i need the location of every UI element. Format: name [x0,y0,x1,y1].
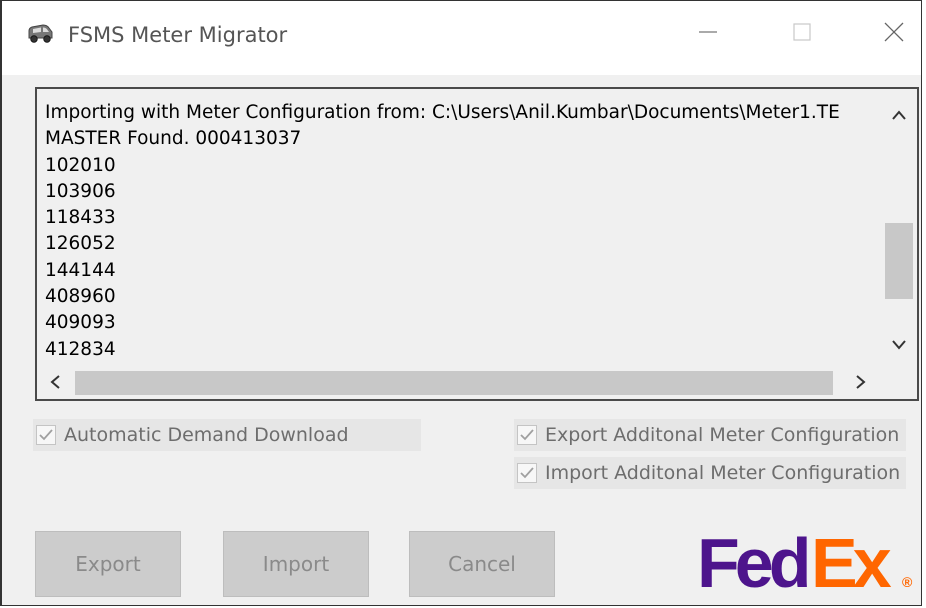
export-additional-config-checkbox[interactable]: Export Additonal Meter Configuration [514,419,906,451]
scroll-left-icon[interactable] [45,372,65,392]
scroll-right-icon[interactable] [851,372,871,392]
checkmark-icon [517,463,537,483]
import-additional-config-checkbox[interactable]: Import Additonal Meter Configuration [514,457,906,489]
log-textbox[interactable]: Importing with Meter Configuration from:… [35,87,919,401]
maximize-icon [792,22,812,46]
maximize-button[interactable] [782,19,822,49]
scroll-up-icon[interactable] [889,105,909,125]
export-button[interactable]: Export [35,531,181,597]
log-line: 103906 [45,180,116,202]
app-window: FSMS Meter Migrator Importing with Meter… [0,0,922,606]
log-line: 144144 [45,259,116,281]
logo-fed: Fed [697,524,808,595]
logo-registered-mark: ® [902,574,913,590]
log-line: 408960 [45,286,116,308]
checkmark-icon [517,425,537,445]
checkmark-icon [36,425,56,445]
log-line: 102010 [45,154,116,176]
log-line: 118433 [45,207,116,229]
import-button[interactable]: Import [223,531,369,597]
minimize-button[interactable] [688,19,728,49]
scroll-down-icon[interactable] [889,335,909,355]
import-additional-config-label: Import Additonal Meter Configuration [545,462,901,484]
auto-demand-download-checkbox[interactable]: Automatic Demand Download [33,419,421,451]
truck-icon [26,23,54,45]
log-line: 126052 [45,233,116,255]
log-content: Importing with Meter Configuration from:… [45,100,881,362]
minimize-icon [698,22,718,46]
fedex-logo: Fed Ex ® [697,521,919,602]
export-additional-config-label: Export Additonal Meter Configuration [545,424,900,446]
auto-demand-download-label: Automatic Demand Download [64,424,349,446]
vertical-scroll-thumb[interactable] [885,223,913,299]
title-bar[interactable]: FSMS Meter Migrator [2,1,921,75]
log-line: 409093 [45,312,116,334]
window-title: FSMS Meter Migrator [68,23,288,47]
logo-ex: Ex [811,524,892,595]
horizontal-scroll-thumb[interactable] [75,371,833,395]
log-line: MASTER Found. 000413037 [45,128,302,150]
scroll-corner [883,367,915,397]
cancel-button[interactable]: Cancel [409,531,555,597]
horizontal-scrollbar[interactable] [39,367,883,397]
log-line: Importing with Meter Configuration from:… [45,102,840,123]
log-line: 412834 [45,338,116,360]
close-button[interactable] [874,19,914,49]
close-icon [883,21,905,47]
